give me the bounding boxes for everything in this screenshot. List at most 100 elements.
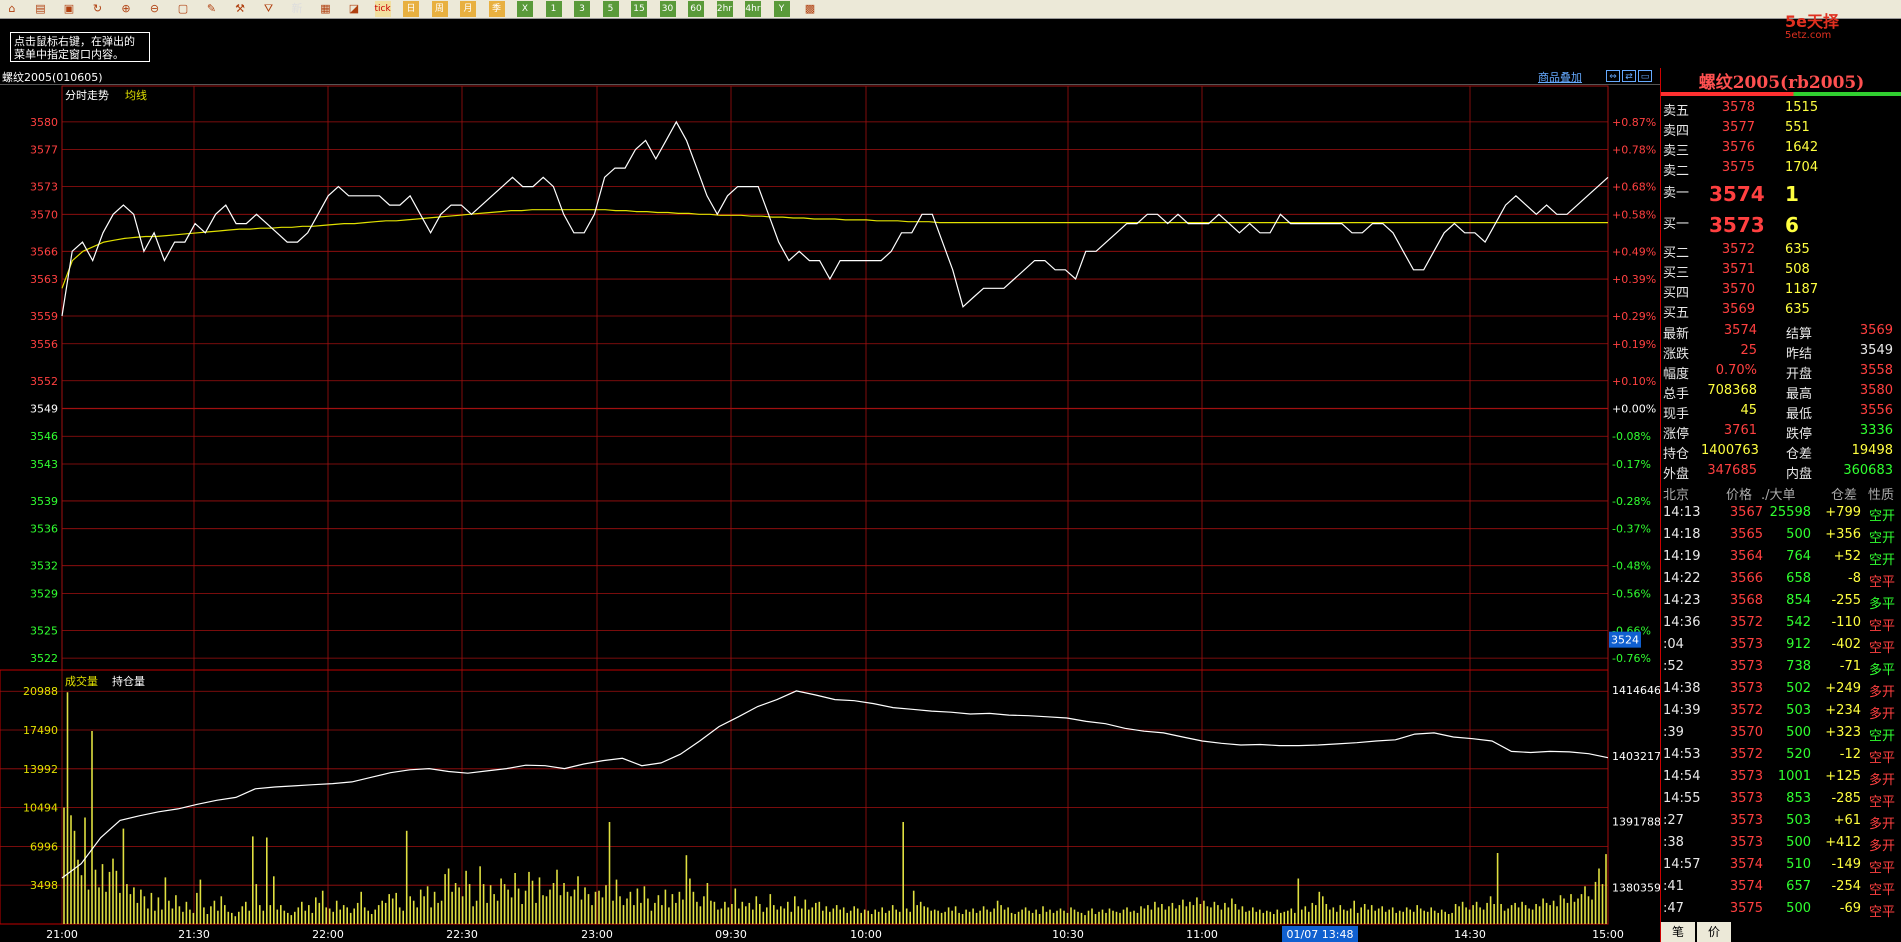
pct-tick-label: +0.49% xyxy=(1612,245,1656,258)
stat-row: 持仓 1400763 仓差 19498 xyxy=(1661,441,1901,462)
layout-icon[interactable]: ⇔ xyxy=(1606,70,1620,82)
trade-oi-change: +356 xyxy=(1825,527,1861,542)
bid-label: 买二 xyxy=(1663,246,1690,261)
refresh-icon[interactable]: ↻ xyxy=(90,1,106,17)
window-icon[interactable]: ▢ xyxy=(175,1,191,17)
home-icon[interactable]: ⌂ xyxy=(4,1,20,17)
60min-icon[interactable]: 60 xyxy=(688,1,704,17)
ask-label: 卖五 xyxy=(1663,104,1690,119)
intraday-chart[interactable]: 3580 +0.87% 3577 +0.78% 3573 +0.68% 3570 +0.58%… xyxy=(0,84,1660,942)
price-tick-label: 3549 xyxy=(30,402,58,415)
trade-price: 3574 xyxy=(1729,857,1763,872)
season-icon[interactable]: 季 xyxy=(488,1,505,17)
time-tick-label: 21:30 xyxy=(178,928,210,941)
trade-volume: 542 xyxy=(1786,615,1811,630)
30min-icon[interactable]: 30 xyxy=(659,1,676,17)
pct-tick-label: -0.28% xyxy=(1612,495,1651,508)
ask-label: 卖一 xyxy=(1663,186,1690,201)
volume-tick-label: 6996 xyxy=(30,840,58,853)
trade-oi-change: +234 xyxy=(1825,703,1861,718)
trade-row: :39 3570 500 +323 空开 xyxy=(1661,723,1901,744)
bottom-tab-0[interactable]: 笔 xyxy=(1661,922,1695,942)
3min-icon[interactable]: 3 xyxy=(574,1,590,17)
trade-price: 3572 xyxy=(1729,703,1763,718)
stat-row: 涨跌 25 昨结 3549 xyxy=(1661,341,1901,362)
trade-volume: 520 xyxy=(1786,747,1811,762)
stat-value: 3569 xyxy=(1859,323,1893,338)
ask-volume: 1515 xyxy=(1785,100,1819,115)
pct-tick-label: +0.39% xyxy=(1612,273,1656,286)
save-icon[interactable]: ▣ xyxy=(61,1,77,17)
pen-icon[interactable]: ✎ xyxy=(204,1,220,17)
calc-icon[interactable]: ▩ xyxy=(802,1,818,17)
4hr-icon[interactable]: 4hr xyxy=(745,1,761,17)
trade-nature: 多开 xyxy=(1869,817,1896,832)
ask-price: 3578 xyxy=(1721,100,1755,115)
year-icon[interactable]: X xyxy=(517,1,533,17)
trade-row: :27 3573 503 +61 多开 xyxy=(1661,811,1901,832)
tick-icon[interactable]: tick xyxy=(374,1,391,17)
zoom-in-icon[interactable]: ⊕ xyxy=(118,1,134,17)
time-tick-label: 23:00 xyxy=(581,928,613,941)
trade-price: 3572 xyxy=(1729,747,1763,762)
bid-label: 买四 xyxy=(1663,286,1690,301)
trade-price: 3573 xyxy=(1729,769,1763,784)
bid-volume: 1187 xyxy=(1785,282,1819,297)
tool-icon[interactable]: ⚒ xyxy=(232,1,248,17)
tip-line-2: 菜单中指定窗口内容。 xyxy=(14,48,124,61)
tip-line-1: 点击鼠标右键，在弹出的 xyxy=(14,35,135,48)
trade-time: :38 xyxy=(1663,835,1684,850)
15min-icon[interactable]: 15 xyxy=(631,1,647,17)
trade-price: 3573 xyxy=(1729,659,1763,674)
chart-icon[interactable]: ◪ xyxy=(346,1,362,17)
stat-value: 0.70% xyxy=(1715,363,1757,378)
avg-line-label: 均线 xyxy=(125,88,147,102)
1min-icon[interactable]: 1 xyxy=(545,1,562,17)
5min-icon[interactable]: 5 xyxy=(602,1,619,17)
pct-tick-label: -0.37% xyxy=(1612,523,1651,536)
trade-oi-change: +412 xyxy=(1825,835,1861,850)
trade-volume: 912 xyxy=(1786,637,1811,652)
price-tick-label: 3532 xyxy=(30,560,58,573)
new-icon[interactable]: 新 xyxy=(289,1,305,17)
bottom-tab-1[interactable]: 价 xyxy=(1697,922,1731,942)
pct-tick-label: +0.87% xyxy=(1612,116,1656,129)
day-icon[interactable]: 日 xyxy=(403,1,419,17)
trade-time: 14:55 xyxy=(1663,791,1701,806)
stat-row: 最新 3574 结算 3569 xyxy=(1661,321,1901,342)
volume-tick-label: 17490 xyxy=(23,724,58,737)
month-icon[interactable]: 月 xyxy=(460,1,476,17)
trade-row: 14:36 3572 542 -110 空平 xyxy=(1661,613,1901,634)
restore-icon[interactable]: ▭ xyxy=(1638,70,1652,82)
ask-label: 卖三 xyxy=(1663,144,1690,159)
bid-price: 3569 xyxy=(1721,302,1755,317)
week-icon[interactable]: 周 xyxy=(431,1,448,17)
trade-oi-change: -402 xyxy=(1831,637,1861,652)
table-icon[interactable]: ▦ xyxy=(318,1,334,17)
brand-logo: 5e天择 5etz.com xyxy=(1785,8,1895,41)
ask-label: 卖二 xyxy=(1663,164,1690,179)
filter-icon[interactable]: ⛛ xyxy=(261,1,277,17)
price-tick-label: 3543 xyxy=(30,458,58,471)
trade-time: :04 xyxy=(1663,637,1684,652)
folder-icon[interactable]: ▤ xyxy=(33,1,49,17)
trade-row: :41 3574 657 -254 空平 xyxy=(1661,877,1901,898)
stat-label: 内盘 xyxy=(1786,467,1813,482)
quote-panel: 螺纹2005(rb2005) 卖五 3578 1515 卖四 3577 551 卖三 3576 1… xyxy=(1660,68,1901,942)
zoom-out-icon[interactable]: ⊖ xyxy=(147,1,163,17)
overlay-commodity-link[interactable]: 商品叠加 xyxy=(1538,69,1582,85)
trade-price: 3572 xyxy=(1729,615,1763,630)
trade-oi-change: +323 xyxy=(1825,725,1861,740)
trade-header-row: 北京 价格 ./大单 仓差 性质 xyxy=(1661,482,1901,503)
trade-volume: 500 xyxy=(1786,835,1811,850)
2hr-icon[interactable]: 2hr xyxy=(716,1,733,17)
trade-time: 14:13 xyxy=(1663,505,1701,520)
bid-price: 3571 xyxy=(1721,262,1755,277)
stat-label: 最高 xyxy=(1786,387,1813,402)
swap-icon[interactable]: ⇄ xyxy=(1622,70,1636,82)
trade-price: 3573 xyxy=(1729,813,1763,828)
trade-volume: 738 xyxy=(1786,659,1811,674)
trade-oi-change: -8 xyxy=(1848,571,1861,586)
trade-oi-change: -69 xyxy=(1839,901,1861,916)
yearly-icon[interactable]: Y xyxy=(773,1,790,17)
